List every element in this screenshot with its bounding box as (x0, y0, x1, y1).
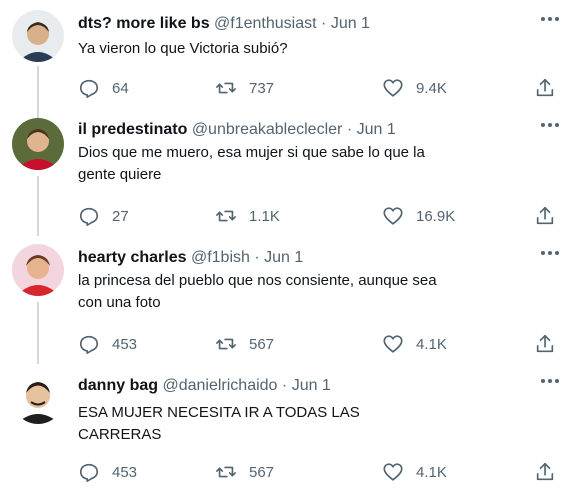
tweet-actions: 27 1.1K 16.9K (0, 204, 582, 228)
like-button[interactable]: 4.1K (382, 332, 447, 356)
retweet-count: 567 (249, 463, 275, 481)
heart-icon (383, 463, 403, 481)
separator: · (254, 249, 260, 266)
display-name[interactable]: hearty charles (78, 249, 187, 266)
tweet-actions: 453 567 4.1K (0, 460, 582, 484)
like-count: 4.1K (416, 335, 447, 353)
user-handle[interactable]: @danielrichaido (162, 377, 277, 394)
like-count: 4.1K (416, 463, 447, 481)
avatar[interactable] (12, 244, 64, 296)
share-button[interactable] (534, 76, 556, 100)
user-handle[interactable]: @f1enthusiast (214, 15, 317, 32)
tweet-text-line: Ya vieron lo que Victoria subió? (78, 40, 288, 57)
retweet-button[interactable]: 737 (215, 76, 274, 100)
reply-button[interactable]: 453 (78, 332, 137, 356)
share-button[interactable] (534, 460, 556, 484)
tweet-header: il predestinato @unbreakableclecler · Ju… (78, 120, 396, 140)
more-icon[interactable] (540, 122, 560, 138)
reply-count: 27 (112, 207, 129, 225)
more-icon[interactable] (540, 16, 560, 32)
tweet-date[interactable]: Jun 1 (357, 121, 396, 138)
share-icon (536, 78, 554, 97)
tweet-date[interactable]: Jun 1 (264, 249, 303, 266)
tweet-date[interactable]: Jun 1 (331, 15, 370, 32)
tweet-text-line: la princesa del pueblo que nos consiente… (78, 272, 437, 289)
share-button[interactable] (534, 332, 556, 356)
tweet-text: Ya vieron lo que Victoria subió? (78, 38, 548, 60)
like-count: 9.4K (416, 79, 447, 97)
like-count: 16.9K (416, 207, 456, 225)
reply-button[interactable]: 64 (78, 76, 129, 100)
reply-count: 453 (112, 463, 138, 481)
retweet-count: 737 (249, 79, 275, 97)
user-handle[interactable]: @unbreakableclecler (192, 121, 343, 138)
tweet[interactable]: dts? more like bs @f1enthusiast · Jun 1 … (0, 0, 582, 124)
display-name[interactable]: il predestinato (78, 121, 187, 138)
reply-icon (79, 79, 99, 98)
retweet-icon (216, 338, 236, 350)
like-button[interactable]: 16.9K (382, 204, 455, 228)
share-button[interactable] (534, 204, 556, 228)
tweet-header: hearty charles @f1bish · Jun 1 (78, 248, 303, 268)
reply-count: 64 (112, 79, 129, 97)
tweet-text-line: ESA MUJER NECESITA IR A TODAS LAS (78, 404, 360, 421)
heart-icon (383, 335, 403, 353)
retweet-count: 567 (249, 335, 275, 353)
retweet-count: 1.1K (249, 207, 280, 225)
separator: · (281, 377, 288, 394)
avatar[interactable] (12, 372, 64, 424)
reply-icon (79, 207, 99, 226)
display-name[interactable]: dts? more like bs (78, 15, 210, 32)
tweet-text-line: con una foto (78, 294, 161, 311)
tweet[interactable]: hearty charles @f1bish · Jun 1 la prince… (0, 236, 582, 366)
heart-icon (383, 79, 403, 97)
separator: · (346, 121, 353, 138)
user-handle[interactable]: @f1bish (191, 249, 250, 266)
retweet-button[interactable]: 567 (215, 460, 274, 484)
retweet-icon (216, 210, 236, 222)
tweet-header: danny bag @danielrichaido · Jun 1 (78, 376, 331, 396)
like-button[interactable]: 9.4K (382, 76, 447, 100)
retweet-icon (216, 82, 236, 94)
tweet-text-line: Dios que me muero, esa mujer si que sabe… (78, 144, 425, 161)
retweet-icon (216, 466, 236, 478)
tweet-text: ESA MUJER NECESITA IR A TODAS LAS CARRER… (78, 402, 548, 446)
reply-icon (79, 335, 99, 354)
tweet-text-line: gente quiere (78, 166, 162, 183)
separator: · (321, 15, 327, 32)
reply-button[interactable]: 27 (78, 204, 129, 228)
avatar[interactable] (12, 10, 64, 62)
retweet-button[interactable]: 1.1K (215, 204, 280, 228)
tweet[interactable]: danny bag @danielrichaido · Jun 1 ESA MU… (0, 366, 582, 502)
tweet-text: la princesa del pueblo que nos consiente… (78, 270, 548, 314)
heart-icon (383, 207, 403, 225)
tweet-text: Dios que me muero, esa mujer si que sabe… (78, 142, 548, 186)
tweet-date[interactable]: Jun 1 (292, 377, 331, 394)
tweet-header: dts? more like bs @f1enthusiast · Jun 1 (78, 14, 370, 34)
more-icon[interactable] (540, 250, 560, 266)
tweet-thread: dts? more like bs @f1enthusiast · Jun 1 … (0, 0, 582, 502)
share-icon (536, 462, 554, 481)
tweet[interactable]: il predestinato @unbreakableclecler · Ju… (0, 110, 582, 236)
more-icon[interactable] (540, 378, 560, 394)
tweet-actions: 453 567 4.1K (0, 332, 582, 356)
retweet-button[interactable]: 567 (215, 332, 274, 356)
avatar[interactable] (12, 118, 64, 170)
like-button[interactable]: 4.1K (382, 460, 447, 484)
display-name[interactable]: danny bag (78, 377, 158, 394)
reply-button[interactable]: 453 (78, 460, 137, 484)
reply-count: 453 (112, 335, 138, 353)
share-icon (536, 334, 554, 353)
reply-icon (79, 463, 99, 482)
tweet-actions: 64 737 9.4K (0, 76, 582, 100)
share-icon (536, 206, 554, 225)
tweet-text-line: CARRERAS (78, 426, 162, 443)
